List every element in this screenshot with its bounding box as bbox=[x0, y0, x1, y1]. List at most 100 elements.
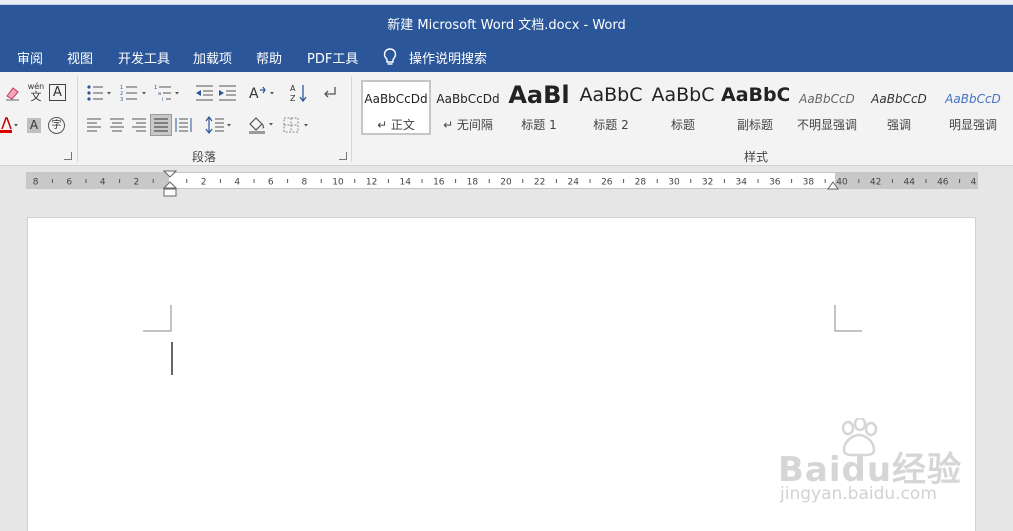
bullets-icon[interactable] bbox=[86, 84, 114, 102]
style-sample: AaBbCcD bbox=[945, 92, 1001, 106]
right-indent-marker-icon[interactable] bbox=[827, 181, 839, 191]
style-subtitle[interactable]: AaBbC 副标题 bbox=[721, 80, 789, 135]
tab-review[interactable]: 审阅 bbox=[17, 48, 43, 67]
style-no-spacing[interactable]: AaBbCcDd ↵ 无间隔 bbox=[434, 80, 502, 135]
style-sample: AaBl bbox=[508, 81, 570, 109]
ruler-label: 4 bbox=[100, 178, 106, 188]
shading-icon[interactable] bbox=[247, 115, 277, 135]
enclose-characters-icon[interactable]: 字 bbox=[48, 117, 65, 134]
align-right-icon[interactable] bbox=[131, 118, 147, 132]
svg-text:a: a bbox=[158, 91, 161, 97]
svg-text:A: A bbox=[249, 86, 259, 102]
ruler-label: 18 bbox=[467, 178, 479, 188]
style-heading-2[interactable]: AaBbC 标题 2 bbox=[577, 80, 645, 135]
tab-pdf-tools[interactable]: PDF工具 bbox=[307, 48, 358, 67]
ruler-label: 38 bbox=[803, 178, 815, 188]
justify-icon bbox=[154, 118, 168, 132]
character-border-icon[interactable]: A bbox=[49, 84, 66, 101]
styles-group-label: 样式 bbox=[744, 150, 769, 164]
style-name: 强调 bbox=[886, 118, 911, 132]
ruler-label: 10 bbox=[332, 178, 344, 188]
style-normal[interactable]: AaBbCcDd ↵ 正文 bbox=[361, 80, 431, 135]
align-center-icon[interactable] bbox=[109, 118, 125, 132]
svg-text:Z: Z bbox=[290, 94, 296, 103]
ruler-label: 42 bbox=[870, 178, 881, 188]
style-sample: AaBbC bbox=[651, 84, 715, 106]
ruler-label: 14 bbox=[399, 178, 411, 188]
style-heading-1[interactable]: AaBl 标题 1 bbox=[505, 80, 573, 135]
ruler-label: 30 bbox=[668, 178, 680, 188]
ruler-label: 36 bbox=[769, 178, 781, 188]
style-name: 副标题 bbox=[736, 118, 773, 132]
style-name: ↵ 无间隔 bbox=[443, 118, 493, 132]
chinese-layout-icon[interactable]: A bbox=[248, 84, 278, 102]
title-bar: 新建 Microsoft Word 文档.docx - Word bbox=[0, 0, 1013, 42]
ruler-label: 22 bbox=[534, 178, 545, 188]
borders-icon[interactable] bbox=[283, 116, 313, 134]
ruler-label: 24 bbox=[567, 178, 579, 188]
baidu-watermark: Baidu经验 jingyan.baidu.com bbox=[772, 418, 972, 513]
ruler-label: 28 bbox=[635, 178, 647, 188]
font-dialog-launcher-icon[interactable] bbox=[64, 152, 72, 160]
tab-help[interactable]: 帮助 bbox=[256, 48, 282, 67]
numbering-icon[interactable]: 1 2 3 bbox=[120, 84, 150, 102]
style-sample: AaBbC bbox=[721, 84, 789, 106]
window-title: 新建 Microsoft Word 文档.docx - Word bbox=[387, 18, 626, 33]
style-sample: AaBbCcD bbox=[799, 92, 855, 106]
distributed-icon[interactable] bbox=[175, 117, 192, 133]
ruler-label: 4 bbox=[234, 178, 240, 188]
align-left-icon[interactable] bbox=[86, 118, 102, 132]
paragraph-dialog-launcher-icon[interactable] bbox=[339, 152, 347, 160]
svg-text:i: i bbox=[162, 97, 163, 102]
tab-developer[interactable]: 开发工具 bbox=[118, 48, 170, 67]
ruler-label: 6 bbox=[66, 178, 72, 188]
style-intense-emphasis[interactable]: AaBbCcD 明显强调 bbox=[937, 80, 1009, 135]
svg-text:1: 1 bbox=[154, 85, 157, 91]
clear-formatting-icon[interactable] bbox=[4, 84, 22, 102]
style-sample: AaBbCcDd bbox=[436, 92, 500, 106]
lightbulb-icon[interactable] bbox=[382, 47, 398, 67]
decrease-indent-icon[interactable] bbox=[195, 85, 215, 101]
tell-me-search[interactable]: 操作说明搜索 bbox=[409, 48, 487, 67]
ruler-label: 8 bbox=[33, 178, 39, 188]
indent-marker-icon[interactable] bbox=[163, 170, 177, 197]
group-separator bbox=[77, 76, 78, 162]
group-separator bbox=[351, 76, 352, 162]
style-name: 标题 bbox=[670, 118, 695, 132]
ruler-label: 8 bbox=[302, 178, 308, 188]
menu-bar: 审阅 视图 开发工具 加载项 帮助 PDF工具 操作说明搜索 bbox=[0, 42, 1013, 72]
tab-view[interactable]: 视图 bbox=[67, 48, 93, 67]
ruler-label: 46 bbox=[937, 178, 949, 188]
sort-icon[interactable]: A Z bbox=[289, 83, 309, 103]
character-shading-icon[interactable]: A bbox=[27, 118, 41, 133]
show-formatting-marks-icon[interactable] bbox=[322, 85, 338, 101]
increase-indent-icon[interactable] bbox=[218, 85, 238, 101]
paragraph-group-label: 段落 bbox=[192, 150, 217, 164]
ribbon: wén 文 A A 字 1 2 3 1 a i A A Z 段落 AaBbCcD… bbox=[0, 72, 1013, 166]
ruler-label: 44 bbox=[903, 178, 915, 188]
style-subtle-emphasis[interactable]: AaBbCcD 不明显强调 bbox=[793, 80, 861, 135]
tab-addins[interactable]: 加载项 bbox=[193, 48, 232, 67]
ruler-label: 6 bbox=[268, 178, 274, 188]
style-title[interactable]: AaBbC 标题 bbox=[649, 80, 717, 135]
ruler-label: 2 bbox=[201, 178, 207, 188]
style-emphasis[interactable]: AaBbCcD 强调 bbox=[865, 80, 933, 135]
multilevel-list-icon[interactable]: 1 a i bbox=[154, 84, 184, 102]
ruler-label: 26 bbox=[601, 178, 613, 188]
style-name: 明显强调 bbox=[948, 118, 997, 132]
ruler-label: 2 bbox=[134, 178, 140, 188]
watermark-url: jingyan.baidu.com bbox=[780, 484, 937, 504]
style-name: 标题 2 bbox=[593, 118, 629, 132]
phonetic-guide-icon[interactable]: wén 文 bbox=[26, 82, 46, 104]
style-name: 标题 1 bbox=[521, 118, 557, 132]
window-top-strip bbox=[0, 0, 1013, 5]
line-spacing-icon[interactable] bbox=[205, 116, 233, 134]
ruler-label: 34 bbox=[735, 178, 747, 188]
font-color-icon[interactable] bbox=[0, 117, 22, 133]
ruler-label: 20 bbox=[500, 178, 512, 188]
phonetic-bottom: 文 bbox=[30, 90, 42, 103]
ruler-label: 48 bbox=[971, 178, 977, 188]
ruler-label: 16 bbox=[433, 178, 445, 188]
justify-button[interactable] bbox=[150, 114, 172, 136]
style-sample: AaBbCcD bbox=[871, 92, 927, 106]
